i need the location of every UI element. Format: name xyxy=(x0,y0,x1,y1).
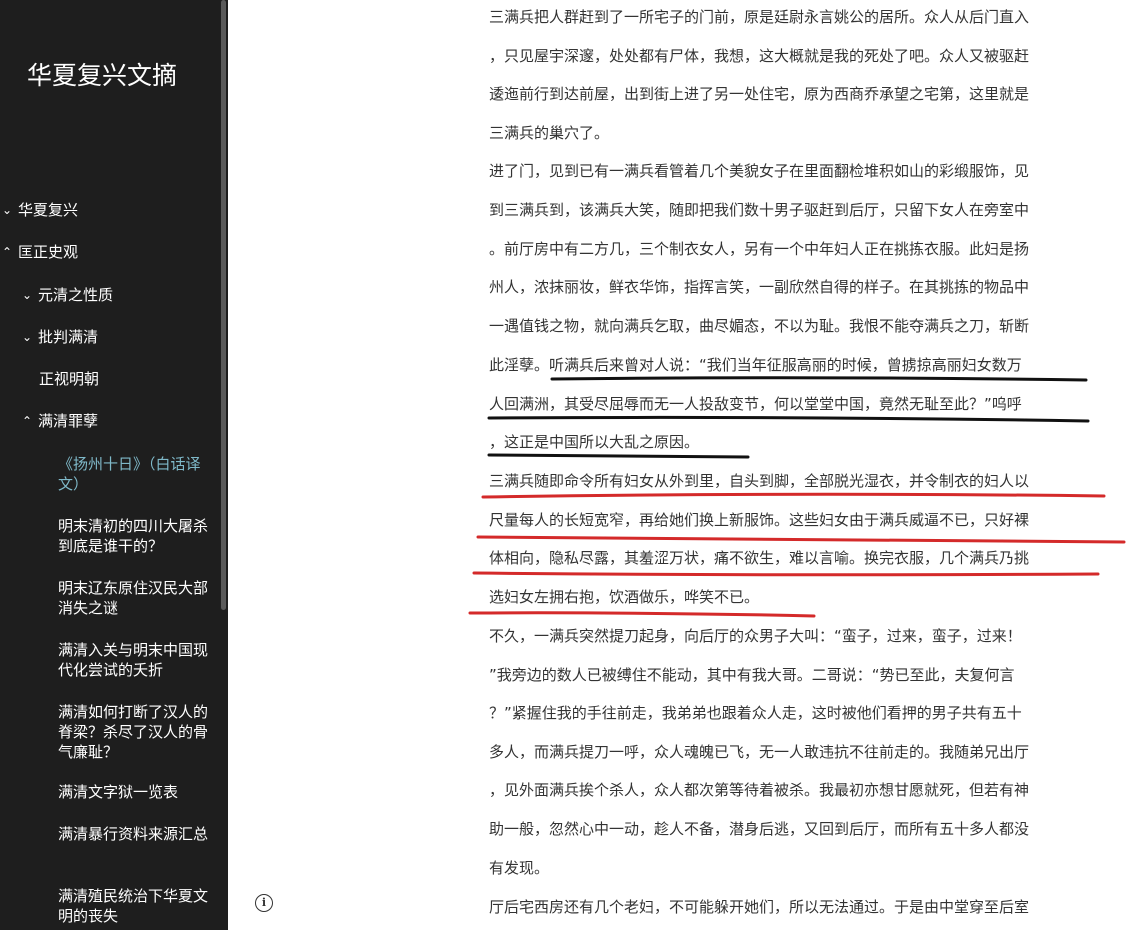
sidebar: 华夏复兴文摘 ⌄ 华夏复兴 ⌃ 匡正史观 ⌄ 元清之性质 ⌄ 批判满清 正视明朝… xyxy=(0,0,228,930)
nav-item-sichuan-datusha[interactable]: 明末清初的四川大屠杀到底是谁干的？ xyxy=(58,516,208,556)
article-line: ，见外面满兵挨个杀人，众人都次第等待着被杀。我最初亦想甘愿就死，但若有神 xyxy=(489,781,1030,799)
article-line: 多人，而满兵提刀一呼，众人魂魄已飞，无一人敢违抗不往前走的。我随弟兄出厅 xyxy=(489,743,1030,761)
article-line: 三满兵的巢穴了。 xyxy=(489,124,610,142)
chevron-down-icon[interactable]: ⌄ xyxy=(22,327,38,347)
nav-item-baoxing-ziliao[interactable]: 满清暴行资料来源汇总 xyxy=(58,824,208,844)
red-underline xyxy=(468,611,816,618)
black-underline xyxy=(550,376,1088,382)
nav-label: 满清如何打断了汉人的脊梁？杀尽了汉人的骨气廉耻？ xyxy=(58,703,209,761)
article-line: 逶迤前行到达前屋，出到街上进了另一处住宅，原为西商乔承望之宅第，这里就是 xyxy=(489,85,1030,103)
article-line: 选妇女左拥右抱，饮酒做乐，哗笑不已。 xyxy=(489,588,760,606)
article-line: 人回满洲，其受尽屈辱而无一人投敌变节，何以堂堂中国，竟然无耻至此？”呜呼 xyxy=(489,395,1022,413)
article-line: ，这正是中国所以大乱之原因。 xyxy=(489,433,700,451)
sidebar-scrollbar[interactable] xyxy=(221,0,226,610)
nav-label: 华夏复兴 xyxy=(18,201,79,219)
article-line: ”我旁边的数人已被缚住不能动，其中有我大哥。二哥说：“势已至此，夫复何言 xyxy=(489,666,1015,684)
nav-label: 元清之性质 xyxy=(38,286,114,304)
article-line: 此淫孽。听满兵后来曾对人说：“我们当年征服高丽的时候，曾掳掠高丽妇女数万 xyxy=(489,356,1022,374)
article-line: 。前厅房中有二方几，三个制衣女人，另有一个中年妇人正在挑拣衣服。此妇是扬 xyxy=(489,240,1030,258)
red-underline xyxy=(472,571,1100,577)
nav-label: 满清文字狱一览表 xyxy=(58,783,179,801)
nav-item-huaxia-fuxing[interactable]: ⌄ 华夏复兴 xyxy=(2,200,202,220)
article-line: 到三满兵到，该满兵大笑，随即把我们数十男子驱赶到后厅，只留下女人在旁室中 xyxy=(489,201,1030,219)
nav-label: 满清罪孽 xyxy=(38,412,99,430)
black-underline xyxy=(487,415,1090,423)
nav-label: 满清殖民统治下华夏文明的丧失 xyxy=(58,887,209,925)
black-underline xyxy=(487,453,750,459)
article-line: 一遇值钱之物，就向满兵乞取，曲尽媚态，不以为耻。我恨不能夺满兵之刀，斩断 xyxy=(489,317,1030,335)
chevron-down-icon[interactable]: ⌄ xyxy=(22,285,38,305)
nav-item-manqing-zuinie[interactable]: ⌃ 满清罪孽 xyxy=(22,411,202,431)
article-line: 州人，浓抹丽妆，鲜衣华饰，指挥言笑，一副欣然自得的样子。在其挑拣的物品中 xyxy=(489,278,1030,296)
nav-label: 匡正史观 xyxy=(18,243,79,261)
article-line: 有发现。 xyxy=(489,859,550,877)
article-line: ，只见屋宇深邃，处处都有尸体，我想，这大概就是我的死处了吧。众人又被驱赶 xyxy=(489,47,1030,65)
site-title[interactable]: 华夏复兴文摘 xyxy=(27,60,197,92)
article-line: 助一般，忽然心中一动，趁人不备，潜身后逃，又回到后厅，而所有五十多人都没 xyxy=(489,820,1030,838)
nav-item-liaodong-hanmin[interactable]: 明末辽东原住汉民大部消失之谜 xyxy=(58,578,208,618)
nav-label: 满清暴行资料来源汇总 xyxy=(58,825,209,843)
nav-item-yuanqing-xingzhi[interactable]: ⌄ 元清之性质 xyxy=(22,285,202,305)
nav-item-xiandaihua-yaozhe[interactable]: 满清入关与明末中国现代化尝试的夭折 xyxy=(58,640,208,680)
nav-item-zhimin-tongzhi[interactable]: 满清殖民统治下华夏文明的丧失 xyxy=(58,886,208,926)
nav-label: 满清入关与明末中国现代化尝试的夭折 xyxy=(58,641,209,679)
article-line: 体相向，隐私尽露，其羞涩万状，痛不欲生，难以言喻。换完衣服，几个满兵乃挑 xyxy=(489,549,1030,567)
nav-item-jiliang[interactable]: 满清如何打断了汉人的脊梁？杀尽了汉人的骨气廉耻？ xyxy=(58,702,208,762)
article-line: ？”紧握住我的手往前走，我弟弟也跟着众人走，这时被他们看押的男子共有五十 xyxy=(489,704,1022,722)
article-line: 厅后宅西房还有几个老妇，不可能躲开她们，所以无法通过。于是由中堂穿至后室 xyxy=(489,898,1030,916)
red-underline xyxy=(476,535,1126,544)
nav-item-pipan-manqing[interactable]: ⌄ 批判满清 xyxy=(22,327,202,347)
nav-label: 正视明朝 xyxy=(39,370,100,388)
chevron-down-icon[interactable]: ⌄ xyxy=(2,200,18,220)
article-line: 三满兵把人群赶到了一所宅子的门前，原是廷尉永言姚公的居所。众人从后门直入 xyxy=(489,8,1030,26)
red-underline xyxy=(481,492,1106,499)
nav-item-zhengshi-mingchao[interactable]: 正视明朝 xyxy=(39,369,199,389)
nav-label: 明末清初的四川大屠杀到底是谁干的？ xyxy=(58,517,209,555)
chevron-up-icon[interactable]: ⌃ xyxy=(22,411,38,431)
article-line: 进了门，见到已有一满兵看管着几个美貌女子在里面翻检堆积如山的彩缎服饰，见 xyxy=(489,162,1030,180)
article-line: 尺量每人的长短宽窄，再给她们换上新服饰。这些妇女由于满兵威逼不已，只好裸 xyxy=(489,511,1030,529)
article-line: 不久，一满兵突然提刀起身，向后厅的众男子大叫：“蛮子，过来，蛮子，过来！ xyxy=(489,627,1022,645)
nav-label: 批判满清 xyxy=(38,328,99,346)
nav-item-yangzhou-shiri[interactable]: 《扬州十日》（白话译文） xyxy=(58,454,208,494)
nav-item-kuangzheng-shiguan[interactable]: ⌃ 匡正史观 xyxy=(2,242,202,262)
nav-item-wenziyu[interactable]: 满清文字狱一览表 xyxy=(58,782,208,802)
chevron-up-icon[interactable]: ⌃ xyxy=(2,242,18,262)
article-line: 三满兵随即命令所有妇女从外到里，自头到脚，全部脱光湿衣，并令制衣的妇人以 xyxy=(489,472,1030,490)
nav-label: 明末辽东原住汉民大部消失之谜 xyxy=(58,579,209,617)
nav-label: 《扬州十日》（白话译文） xyxy=(58,455,201,493)
info-icon[interactable]: i xyxy=(255,894,273,912)
